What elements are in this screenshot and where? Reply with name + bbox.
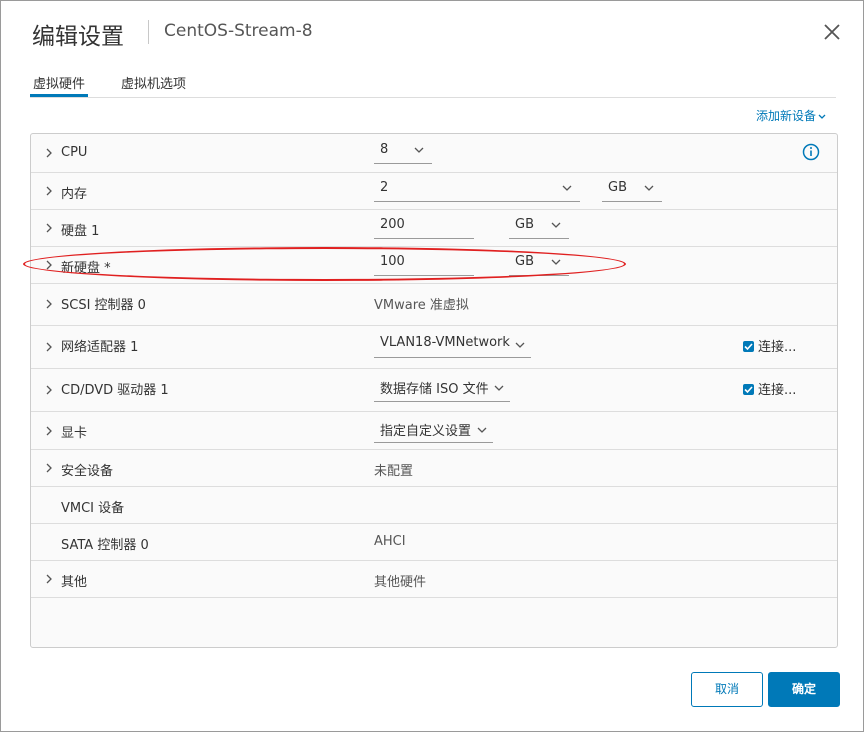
chevron-right-icon[interactable] (44, 385, 54, 395)
network-connect-label: 连接... (758, 340, 797, 355)
chevron-right-icon[interactable] (44, 223, 54, 233)
edit-settings-dialog: 编辑设置 CentOS-Stream-8 虚拟硬件 虚拟机选项 添加新设备 CP… (0, 0, 864, 732)
cpu-select[interactable]: 8 (374, 142, 432, 164)
checkbox-checked-icon (743, 384, 754, 395)
chevron-down-icon (515, 342, 525, 348)
add-new-device-button[interactable]: 添加新设备 (756, 107, 826, 124)
new-disk-unit-select[interactable]: GB (509, 254, 569, 276)
dialog-title: 编辑设置 (32, 24, 124, 50)
row-other: 其他 其他硬件 (31, 560, 837, 598)
hardware-list: CPU 8 内存 2 GB 硬盘 1 200 GB 新硬盘 * 100 GB S… (30, 133, 838, 648)
row-label: 新硬盘 * (61, 261, 111, 276)
new-disk-unit: GB (515, 254, 534, 269)
title-divider (148, 20, 149, 44)
close-icon[interactable] (821, 21, 843, 43)
row-label: SATA 控制器 0 (61, 538, 149, 553)
tab-bar: 虚拟硬件 虚拟机选项 (30, 71, 836, 98)
checkbox-checked-icon (743, 341, 754, 352)
cd-dvd-source: 数据存储 ISO 文件 (380, 382, 489, 397)
info-icon[interactable] (802, 143, 820, 161)
disk-1-unit: GB (515, 217, 534, 232)
memory-unit: GB (608, 180, 627, 195)
chevron-down-icon (644, 185, 654, 191)
row-memory: 内存 2 GB (31, 172, 837, 210)
row-vmci-device: VMCI 设备 (31, 486, 837, 524)
scsi-type: VMware 准虚拟 (374, 298, 469, 313)
row-video-card: 显卡 指定自定义设置 (31, 411, 837, 450)
row-label: VMCI 设备 (61, 501, 125, 516)
row-sata-controller: SATA 控制器 0 AHCI (31, 523, 837, 561)
disk-1-size: 200 (380, 217, 405, 232)
cd-dvd-connect-checkbox[interactable]: 连接... (743, 379, 796, 398)
vm-name: CentOS-Stream-8 (164, 21, 313, 41)
row-label: 安全设备 (61, 464, 114, 479)
chevron-down-icon (551, 259, 561, 265)
video-card-value: 指定自定义设置 (380, 424, 472, 439)
memory-value: 2 (380, 180, 389, 195)
security-value: 未配置 (374, 464, 414, 479)
network-select[interactable]: VLAN18-VMNetwork (374, 335, 531, 358)
network-connect-checkbox[interactable]: 连接... (743, 336, 796, 355)
cpu-select-value: 8 (380, 142, 389, 157)
new-disk-size: 100 (380, 254, 405, 269)
video-card-select[interactable]: 指定自定义设置 (374, 420, 493, 443)
ok-button[interactable]: 确定 (768, 672, 840, 707)
chevron-down-icon (477, 427, 487, 433)
chevron-down-icon (414, 147, 424, 153)
sata-type: AHCI (374, 534, 406, 549)
chevron-right-icon[interactable] (44, 148, 54, 158)
row-disk-1: 硬盘 1 200 GB (31, 209, 837, 247)
row-label: 内存 (61, 187, 88, 202)
tab-virtual-hardware[interactable]: 虚拟硬件 (30, 73, 89, 97)
chevron-right-icon[interactable] (44, 260, 54, 270)
chevron-down-icon (562, 185, 572, 191)
chevron-right-icon[interactable] (44, 186, 54, 196)
chevron-right-icon[interactable] (44, 574, 54, 584)
add-new-device-label: 添加新设备 (756, 109, 817, 123)
chevron-right-icon[interactable] (44, 426, 54, 436)
row-label: 其他 (61, 575, 88, 590)
cd-dvd-source-select[interactable]: 数据存储 ISO 文件 (374, 378, 510, 402)
chevron-right-icon[interactable] (44, 299, 54, 309)
cancel-button[interactable]: 取消 (691, 672, 763, 707)
row-label: CD/DVD 驱动器 1 (61, 383, 169, 398)
row-label: 显卡 (61, 426, 88, 441)
chevron-right-icon[interactable] (44, 463, 54, 473)
chevron-down-icon (551, 222, 561, 228)
disk-1-unit-select[interactable]: GB (509, 217, 569, 239)
row-security-device: 安全设备 未配置 (31, 449, 837, 487)
cd-dvd-connect-label: 连接... (758, 383, 797, 398)
chevron-right-icon[interactable] (44, 342, 54, 352)
row-label: 硬盘 1 (61, 224, 100, 239)
row-new-disk: 新硬盘 * 100 GB (31, 246, 837, 284)
row-cd-dvd-drive: CD/DVD 驱动器 1 数据存储 ISO 文件 连接... (31, 368, 837, 412)
row-label: 网络适配器 1 (61, 340, 139, 355)
other-value: 其他硬件 (374, 575, 427, 590)
row-label: CPU (61, 145, 88, 160)
chevron-down-icon (818, 114, 826, 119)
memory-unit-select[interactable]: GB (602, 180, 662, 202)
chevron-down-icon (494, 385, 504, 391)
memory-input[interactable]: 2 (374, 180, 580, 202)
row-cpu: CPU 8 (31, 134, 837, 173)
new-disk-size-input[interactable]: 100 (374, 254, 474, 276)
row-network-adapter: 网络适配器 1 VLAN18-VMNetwork 连接... (31, 325, 837, 369)
row-scsi-controller: SCSI 控制器 0 VMware 准虚拟 (31, 283, 837, 326)
tab-vm-options[interactable]: 虚拟机选项 (118, 73, 189, 96)
row-label: SCSI 控制器 0 (61, 298, 146, 313)
network-value: VLAN18-VMNetwork (380, 335, 510, 350)
disk-1-size-input[interactable]: 200 (374, 217, 474, 239)
